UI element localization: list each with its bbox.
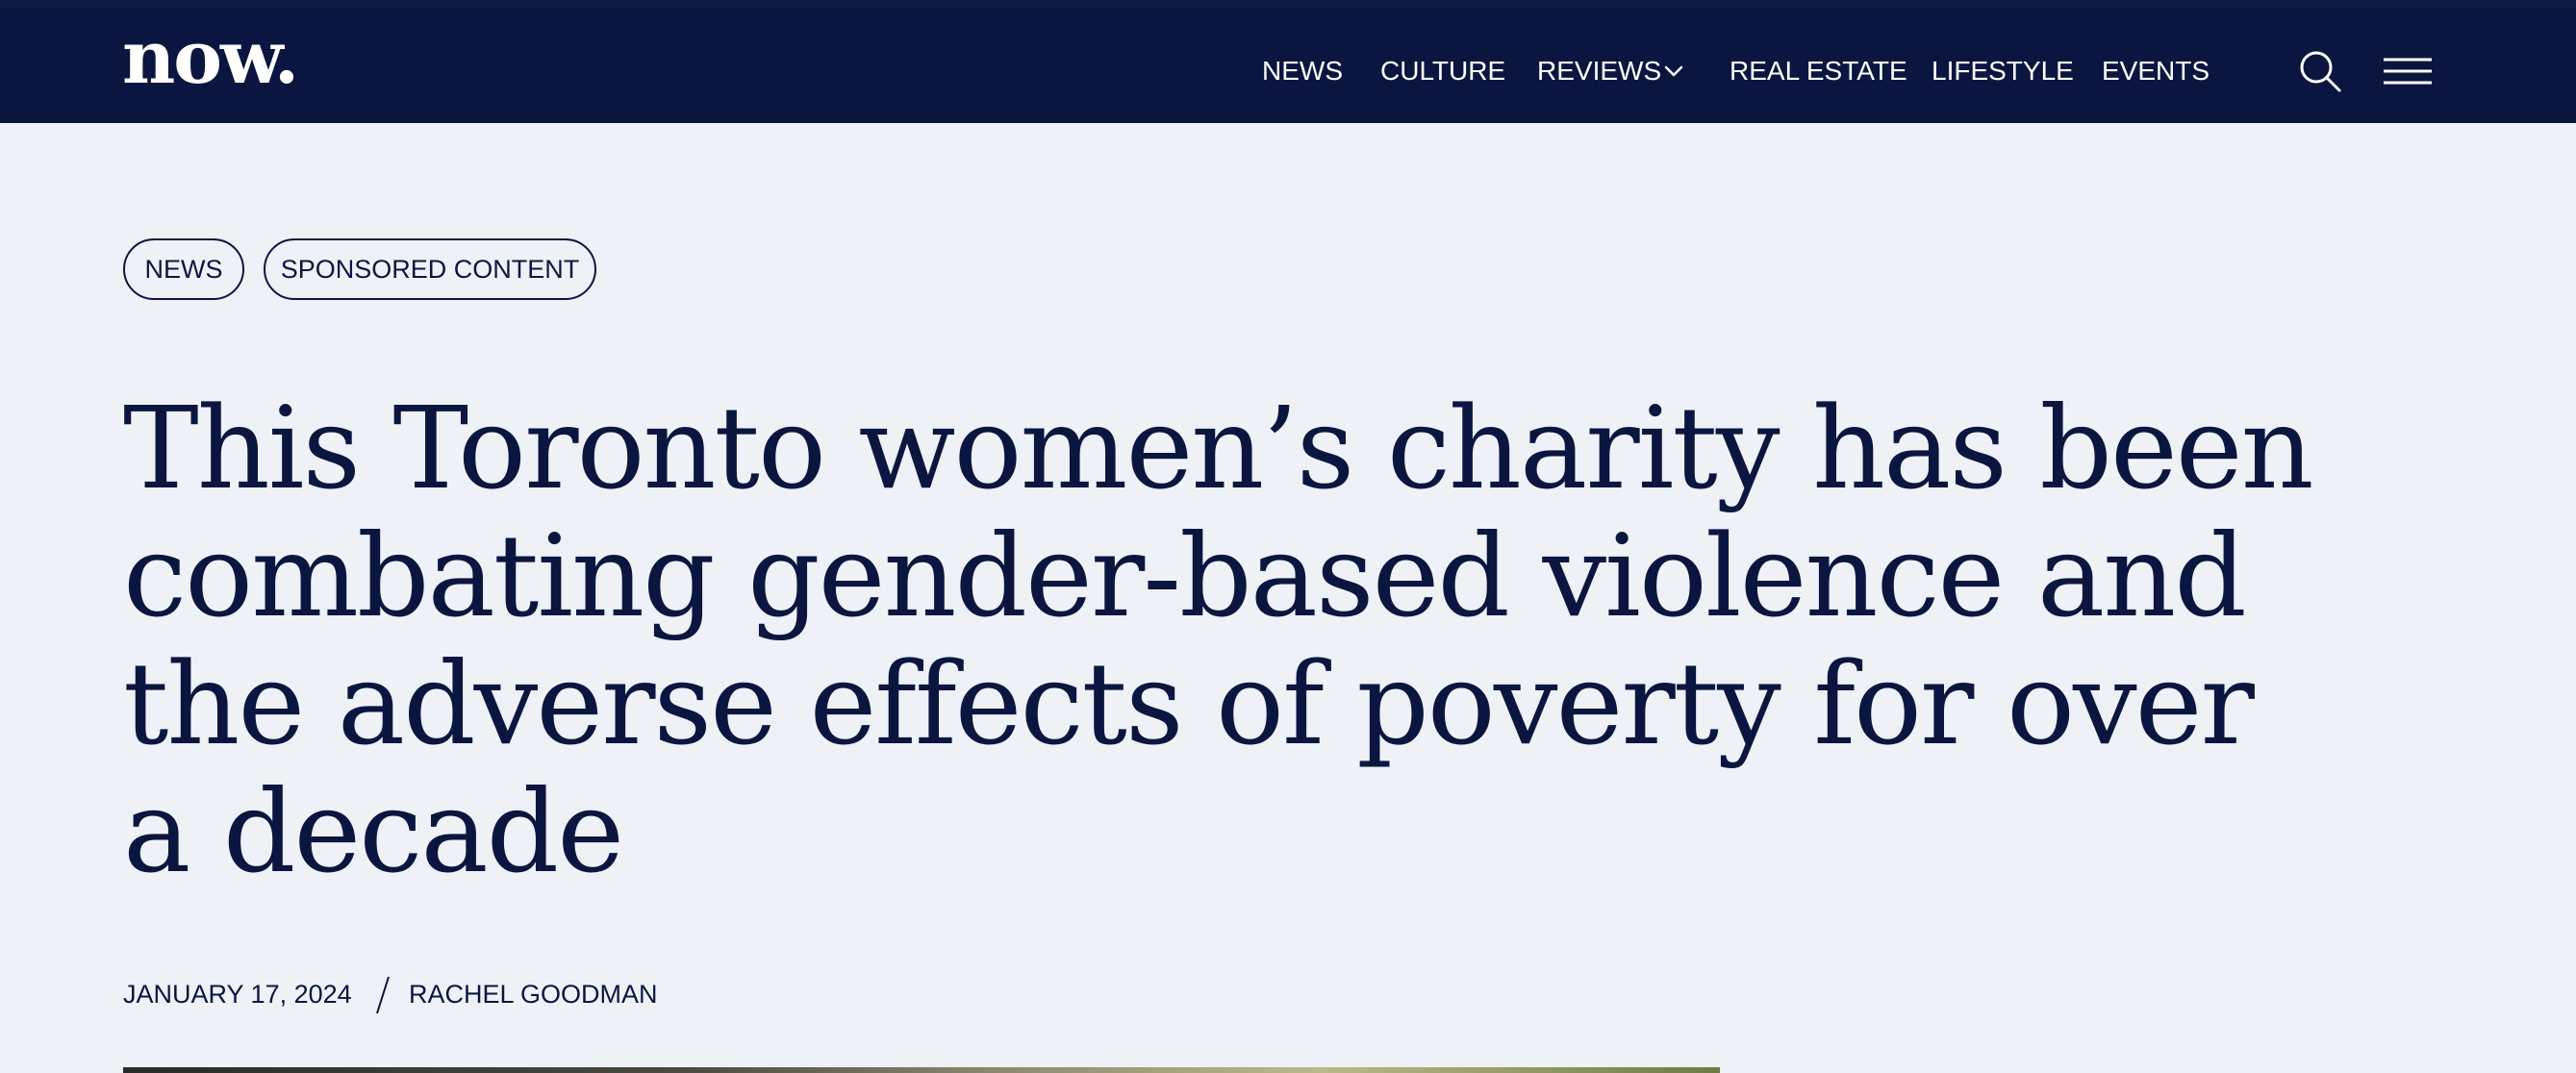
top-strip xyxy=(0,0,2576,8)
tag-news[interactable]: NEWS xyxy=(123,238,244,300)
nav-item-reviews[interactable]: REVIEWS xyxy=(1537,52,1661,90)
search-icon[interactable] xyxy=(2297,48,2343,94)
site-header: now. NEWS CULTURE REVIEWS REAL ESTATE LI… xyxy=(0,8,2576,123)
hamburger-menu-icon[interactable] xyxy=(2382,56,2434,87)
publish-date: JANUARY 17, 2024 xyxy=(123,980,352,1009)
nav-item-news[interactable]: NEWS xyxy=(1262,52,1343,90)
nav-item-events[interactable]: EVENTS xyxy=(2102,52,2210,90)
meta-separator xyxy=(376,976,390,1014)
chevron-down-icon[interactable] xyxy=(1658,56,1689,87)
main-nav: NEWS CULTURE REVIEWS REAL ESTATE LIFESTY… xyxy=(0,52,2576,90)
hero-image xyxy=(123,1067,1720,1073)
author-link[interactable]: RACHEL GOODMAN xyxy=(409,973,658,1015)
tag-sponsored-content[interactable]: SPONSORED CONTENT xyxy=(264,238,596,300)
nav-item-real-estate[interactable]: REAL ESTATE xyxy=(1730,52,1907,90)
nav-item-culture[interactable]: CULTURE xyxy=(1380,52,1505,90)
nav-item-lifestyle[interactable]: LIFESTYLE xyxy=(1932,52,2074,90)
article-title: This Toronto women’s charity has been co… xyxy=(123,382,2314,898)
